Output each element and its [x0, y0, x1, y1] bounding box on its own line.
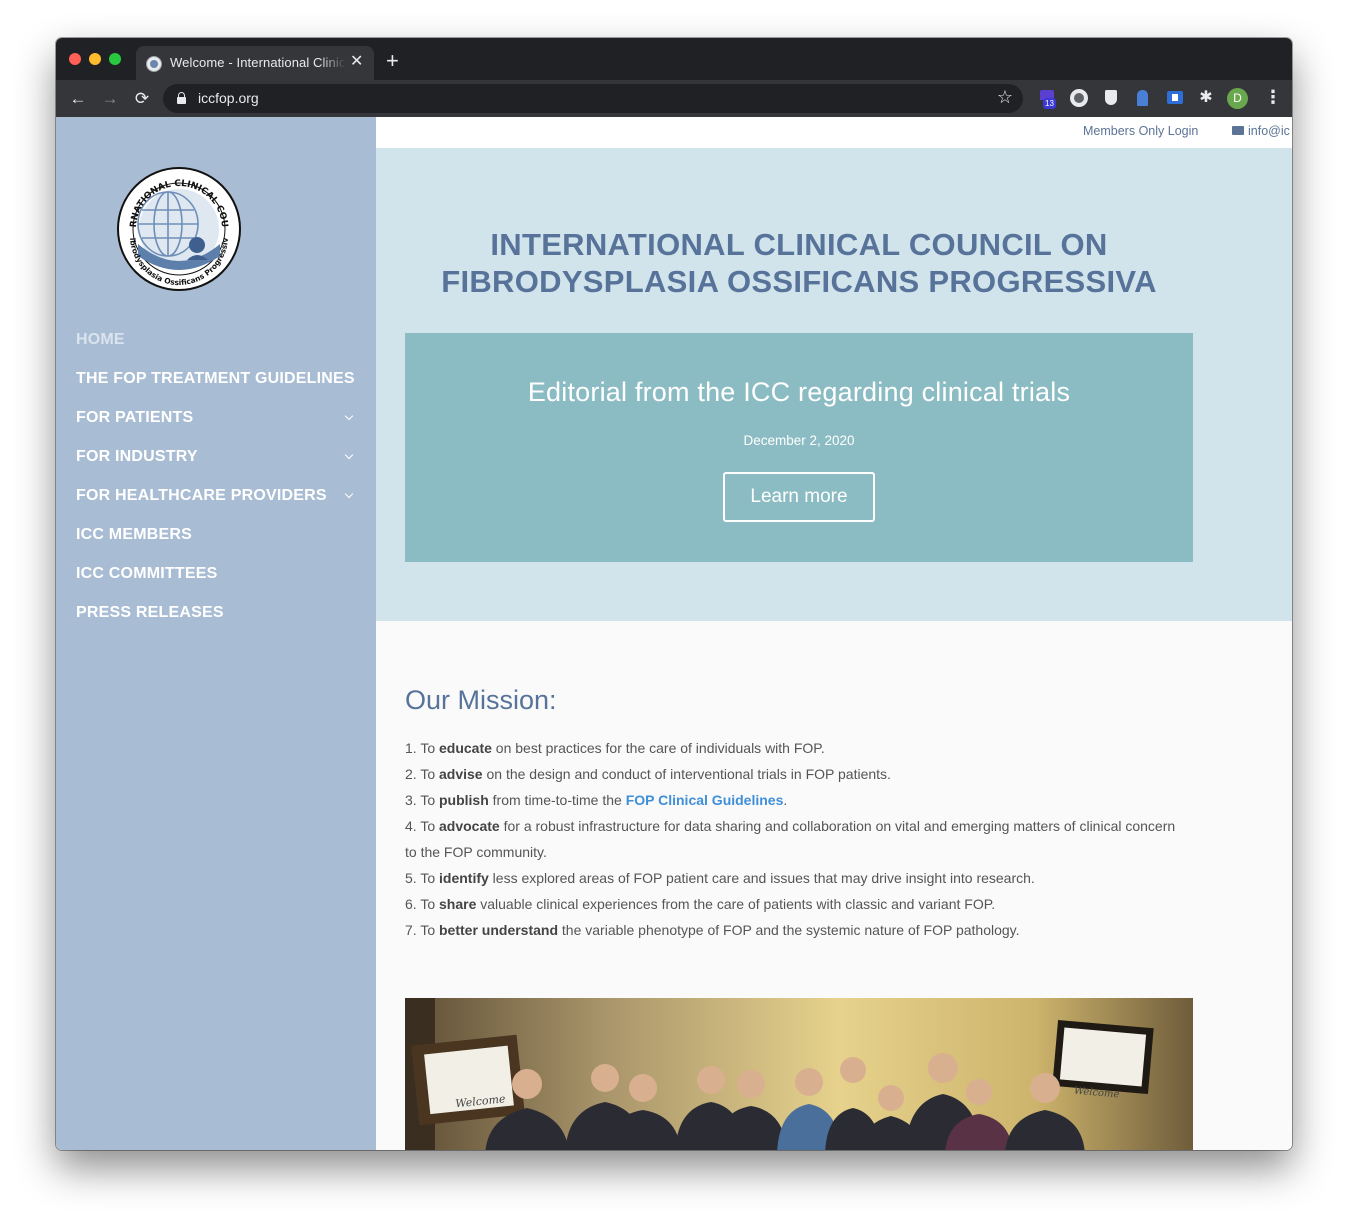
mission-item: 2. To advise on the design and conduct o…	[405, 766, 891, 782]
close-window-button[interactable]	[69, 53, 81, 65]
slide-date: December 2, 2020	[743, 433, 855, 448]
nav-item-for-healthcare-providers[interactable]: FOR HEALTHCARE PROVIDERS	[76, 484, 366, 523]
clinical-guidelines-link[interactable]: FOP Clinical Guidelines	[626, 792, 784, 808]
page-viewport: INTERNATIONAL CLINICAL COUNCIL Fibrodysp…	[56, 117, 1292, 1150]
profile-avatar[interactable]: D	[1227, 88, 1248, 109]
welcome-screen-left: Welcome	[411, 1034, 525, 1126]
mission-section: Our Mission: 1. To educate on best pract…	[376, 621, 1292, 1150]
extension-window-icon[interactable]	[1166, 89, 1184, 107]
chevron-down-icon[interactable]	[344, 445, 354, 469]
mission-item: 7. To better understand the variable phe…	[405, 922, 1020, 938]
nav-item-icc-committees[interactable]: ICC COMMITTEES	[76, 562, 366, 601]
mission-title: Our Mission:	[405, 685, 557, 715]
minimize-window-button[interactable]	[89, 53, 101, 65]
mission-item: 6. To share valuable clinical experience…	[405, 896, 996, 912]
bookmark-star-icon[interactable]: ☆	[997, 87, 1013, 108]
mail-icon	[1232, 126, 1244, 135]
browser-tab[interactable]: Welcome - International Clinical Council…	[136, 46, 374, 80]
extension-bottle-icon[interactable]	[1134, 89, 1152, 107]
reload-button[interactable]: ⟳	[130, 87, 154, 111]
maximize-window-button[interactable]	[109, 53, 121, 65]
tab-strip: Welcome - International Clinical Council…	[56, 38, 1292, 80]
url-text[interactable]: iccfop.org	[198, 90, 259, 106]
browser-window: Welcome - International Clinical Council…	[56, 38, 1292, 1150]
icc-logo[interactable]: INTERNATIONAL CLINICAL COUNCIL Fibrodysp…	[116, 166, 242, 292]
top-bar: Members Only Login info@ic	[376, 117, 1292, 148]
extensions-puzzle-icon[interactable]: ✱	[1197, 89, 1215, 107]
main-nav: HOME THE FOP TREATMENT GUIDELINES FOR PA…	[76, 328, 366, 640]
extension-shield-icon[interactable]	[1102, 89, 1120, 107]
address-bar[interactable]: iccfop.org ☆	[163, 84, 1023, 113]
slide-title: Editorial from the ICC regarding clinica…	[527, 377, 1071, 407]
new-tab-button[interactable]: +	[386, 50, 399, 72]
members-login-link[interactable]: Members Only Login	[1083, 124, 1198, 138]
nav-item-press-releases[interactable]: PRESS RELEASES	[76, 601, 366, 640]
extension-circle-icon[interactable]	[1070, 89, 1088, 107]
lock-icon[interactable]	[177, 92, 186, 104]
nav-item-home[interactable]: HOME	[76, 328, 366, 367]
learn-more-button[interactable]: Learn more	[723, 472, 875, 522]
sidebar: INTERNATIONAL CLINICAL COUNCIL Fibrodysp…	[56, 117, 376, 1150]
mission-list: 1. To educate on best practices for the …	[405, 735, 1185, 943]
favicon-icon	[146, 56, 162, 72]
nav-item-icc-members[interactable]: ICC MEMBERS	[76, 523, 366, 562]
mission-item: 3. To publish from time-to-time the FOP …	[405, 792, 788, 808]
chevron-down-icon[interactable]	[344, 406, 354, 430]
forward-button[interactable]: →	[98, 87, 122, 111]
nav-item-for-patients[interactable]: FOR PATIENTS	[76, 406, 366, 445]
mission-item: 5. To identify less explored areas of FO…	[405, 870, 1035, 886]
nav-item-for-industry[interactable]: FOR INDUSTRY	[76, 445, 366, 484]
tab-title: Welcome - International Clinical Council…	[170, 55, 346, 70]
extension-hat-icon[interactable]: 13	[1038, 89, 1056, 109]
hero-section: INTERNATIONAL CLINICAL COUNCIL ON FIBROD…	[376, 148, 1292, 621]
mission-item: 4. To advocate for a robust infrastructu…	[405, 818, 1176, 860]
page-title: INTERNATIONAL CLINICAL COUNCIL ON FIBROD…	[441, 227, 1157, 299]
slider-banner: Editorial from the ICC regarding clinica…	[405, 333, 1193, 562]
browser-toolbar: ← → ⟳ iccfop.org ☆ 13 ✱ D ⋮	[56, 80, 1292, 117]
main-content: Members Only Login info@ic INTERNATIONAL…	[376, 117, 1292, 1150]
chevron-down-icon[interactable]	[344, 484, 354, 508]
back-button[interactable]: ←	[66, 87, 90, 111]
browser-menu-icon[interactable]: ⋮	[1264, 88, 1282, 106]
tab-close-icon[interactable]: ✕	[350, 53, 363, 71]
email-link[interactable]: info@ic	[1232, 124, 1290, 138]
mission-item: 1. To educate on best practices for the …	[405, 740, 825, 756]
group-photo: Welcome Welcome	[405, 998, 1193, 1150]
nav-item-treatment-guidelines[interactable]: THE FOP TREATMENT GUIDELINES	[76, 367, 366, 406]
extension-badge: 13	[1043, 98, 1056, 109]
